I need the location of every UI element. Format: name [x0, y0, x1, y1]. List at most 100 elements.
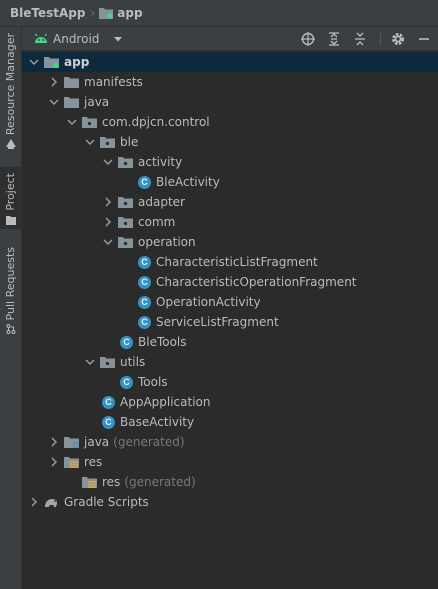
chevron-right-icon[interactable]	[28, 496, 40, 508]
tree-item-label: activity	[138, 155, 183, 169]
tree-row[interactable]: java	[22, 92, 438, 112]
tree-row[interactable]: C CharacteristicListFragment	[22, 252, 438, 272]
minimize-icon[interactable]	[416, 31, 432, 47]
gear-icon[interactable]	[390, 31, 406, 47]
chevron-right-icon[interactable]	[48, 76, 60, 88]
class-icon: C	[102, 395, 115, 409]
package-folder-icon	[100, 137, 115, 148]
tree-row[interactable]: operation	[22, 232, 438, 252]
tab-pull-requests[interactable]: Pull Requests	[0, 247, 21, 347]
view-mode-dropdown[interactable]: Android	[53, 32, 99, 46]
tree-row[interactable]: utils	[22, 352, 438, 372]
tree-item-label: AppApplication	[120, 395, 211, 409]
tree-row[interactable]: com.dpjcn.control	[22, 112, 438, 132]
class-icon: C	[120, 375, 133, 389]
chevron-right-icon[interactable]	[102, 216, 114, 228]
navigation-bar: BleTestApp › app	[0, 0, 438, 27]
tree-item-label: CharacteristicListFragment	[156, 255, 318, 269]
chevron-down-icon[interactable]	[102, 156, 114, 168]
chevron-right-icon[interactable]	[48, 456, 60, 468]
chevron-down-icon[interactable]	[84, 136, 96, 148]
tab-resource-manager-label: Resource Manager	[4, 33, 17, 136]
tree-item-label: res	[102, 475, 121, 489]
tree-row[interactable]: C OperationActivity	[22, 292, 438, 312]
tree-item-label: ble	[120, 135, 139, 149]
tab-resource-manager[interactable]: Resource Manager	[0, 33, 21, 151]
pull-request-icon	[6, 324, 15, 335]
project-toolbar: Android	[22, 27, 438, 51]
locate-icon[interactable]	[300, 31, 316, 47]
tree-row[interactable]: comm	[22, 212, 438, 232]
tab-project[interactable]: Project	[0, 167, 21, 229]
tab-pull-requests-label: Pull Requests	[4, 247, 17, 321]
expand-all-icon[interactable]	[326, 31, 342, 47]
project-tree: app manifests java com.dpjcn.control ble acti…	[22, 51, 438, 589]
tree-row[interactable]: res (generated)	[22, 472, 438, 492]
tree-row[interactable]: manifests	[22, 72, 438, 92]
tree-row[interactable]: C AppApplication	[22, 392, 438, 412]
tree-item-label: comm	[138, 215, 176, 229]
tree-row[interactable]: Gradle Scripts	[22, 492, 438, 512]
folder-icon	[5, 215, 16, 225]
toolbar-divider	[380, 31, 381, 46]
tree-item-label: manifests	[84, 75, 143, 89]
chevron-right-icon[interactable]	[48, 436, 60, 448]
tree-item-label: java	[84, 435, 110, 449]
chevron-down-icon[interactable]	[102, 236, 114, 248]
breadcrumb-project[interactable]: BleTestApp	[10, 6, 85, 20]
tool-window-strip: Resource Manager Project Pull Requests	[0, 27, 22, 589]
class-icon: C	[138, 255, 151, 269]
folder-icon	[64, 77, 79, 88]
tree-item-label: utils	[120, 355, 146, 369]
resource-manager-icon	[5, 139, 16, 150]
class-icon: C	[138, 275, 151, 289]
generated-suffix: (generated)	[124, 475, 196, 489]
tree-row[interactable]: C CharacteristicOperationFragment	[22, 272, 438, 292]
chevron-right-icon: ›	[90, 6, 96, 20]
tree-row[interactable]: C BleTools	[22, 332, 438, 352]
package-folder-icon	[118, 237, 133, 248]
chevron-right-icon[interactable]	[102, 196, 114, 208]
tree-item-label: BaseActivity	[120, 415, 195, 429]
folder-icon	[64, 97, 79, 108]
package-folder-icon	[118, 217, 133, 228]
tree-item-label: operation	[138, 235, 196, 249]
package-folder-icon	[100, 357, 115, 368]
tree-item-label: ServiceListFragment	[156, 315, 279, 329]
generated-folder-icon	[64, 437, 79, 448]
tree-row[interactable]: adapter	[22, 192, 438, 212]
tree-item-label: java	[84, 95, 110, 109]
tree-item-label: app	[64, 55, 90, 69]
package-folder-icon	[118, 197, 133, 208]
collapse-all-icon[interactable]	[352, 31, 368, 47]
tree-row[interactable]: C Tools	[22, 372, 438, 392]
generated-suffix: (generated)	[113, 435, 185, 449]
chevron-down-icon[interactable]	[28, 56, 40, 68]
module-folder-icon	[44, 57, 59, 68]
tab-project-label: Project	[4, 173, 17, 211]
breadcrumb-module[interactable]: app	[117, 6, 142, 20]
tree-row[interactable]: C BleActivity	[22, 172, 438, 192]
tree-row[interactable]: C BaseActivity	[22, 412, 438, 432]
tree-row[interactable]: app	[22, 52, 438, 72]
chevron-down-icon[interactable]	[84, 356, 96, 368]
tree-item-label: com.dpjcn.control	[102, 115, 210, 129]
tree-row[interactable]: activity	[22, 152, 438, 172]
class-icon: C	[138, 315, 151, 329]
tree-item-label: CharacteristicOperationFragment	[156, 275, 357, 289]
tree-row[interactable]: java (generated)	[22, 432, 438, 452]
tree-item-label: Tools	[138, 375, 168, 389]
tree-item-label: adapter	[138, 195, 185, 209]
package-folder-icon	[118, 157, 133, 168]
chevron-down-icon[interactable]	[113, 35, 123, 43]
tree-row[interactable]: C ServiceListFragment	[22, 312, 438, 332]
package-folder-icon	[82, 117, 97, 128]
chevron-down-icon[interactable]	[66, 116, 78, 128]
tree-item-label: Gradle Scripts	[64, 495, 149, 509]
tree-row[interactable]: ble	[22, 132, 438, 152]
module-folder-icon	[99, 7, 114, 19]
chevron-down-icon[interactable]	[48, 96, 60, 108]
class-icon: C	[102, 415, 115, 429]
android-icon	[34, 33, 48, 45]
tree-row[interactable]: res	[22, 452, 438, 472]
